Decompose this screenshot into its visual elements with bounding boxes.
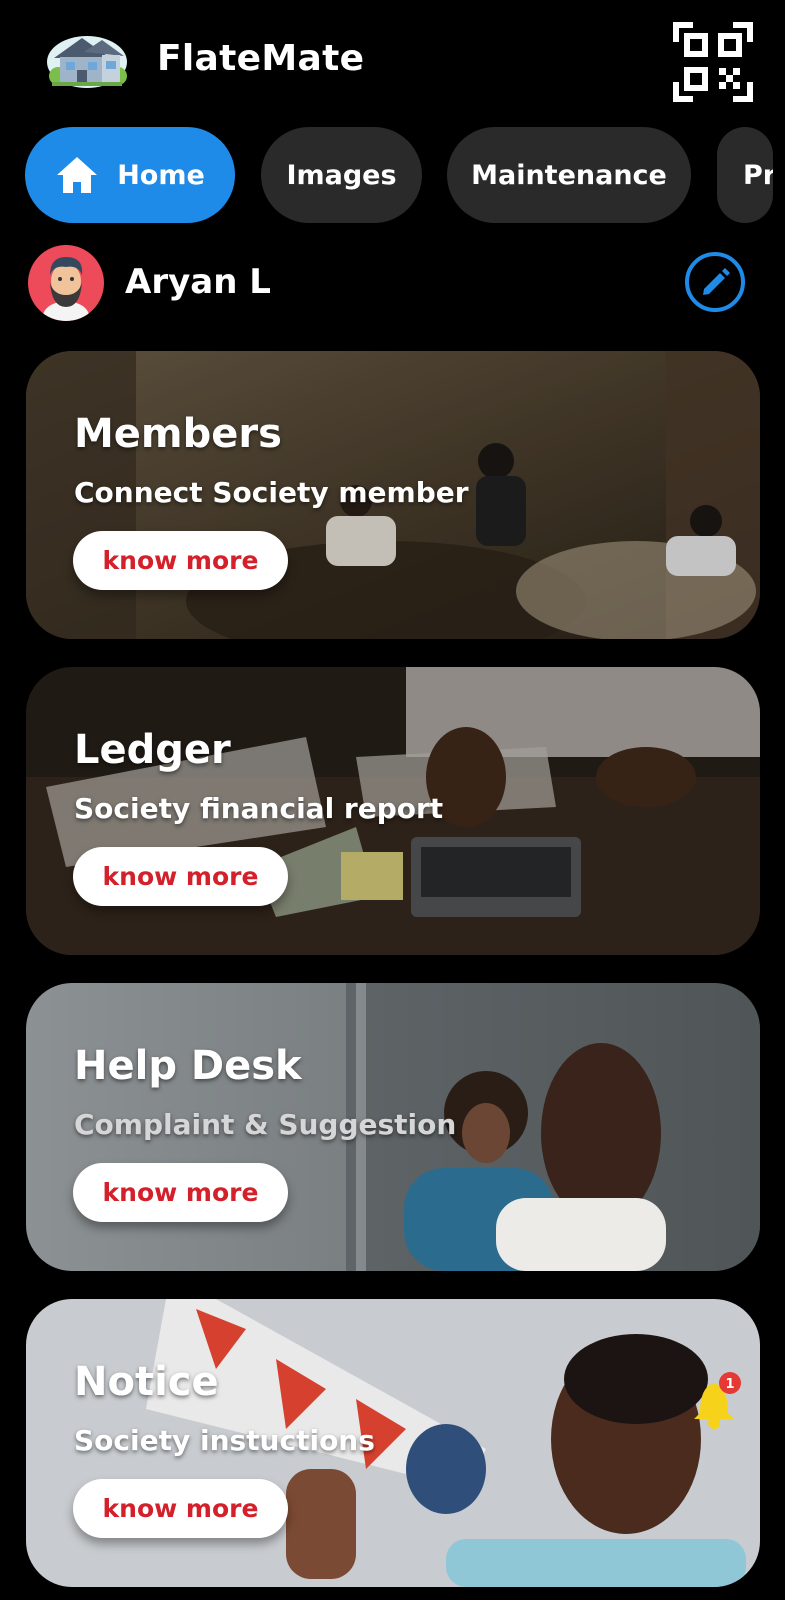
user-row: Aryan L [0, 240, 785, 326]
card-subtitle: Complaint & Suggestion [74, 1108, 457, 1141]
card-subtitle: Connect Society member [74, 476, 469, 509]
tab-home-label: Home [117, 159, 205, 191]
know-more-button[interactable]: know more [73, 847, 288, 906]
members-card[interactable]: Members Connect Society member know more [26, 351, 760, 639]
tab-images[interactable]: Images [261, 127, 422, 223]
notice-card[interactable]: Notice Society instuctions know more 1 [26, 1299, 760, 1587]
header: FlateMate [0, 0, 785, 120]
bell-icon[interactable]: 1 [686, 1369, 746, 1433]
edit-profile-button[interactable] [685, 252, 745, 312]
tab-profile[interactable]: Pr [717, 127, 773, 223]
know-more-button[interactable]: know more [73, 1479, 288, 1538]
pencil-icon [703, 268, 730, 295]
user-name: Aryan L [125, 262, 271, 302]
tab-profile-label: Pr [743, 159, 773, 191]
app-screen: FlateMate Home Images Maintenance Pr Ary… [0, 0, 785, 1600]
card-subtitle: Society instuctions [74, 1424, 375, 1457]
tab-bar: Home Images Maintenance Pr [0, 127, 785, 223]
ledger-card[interactable]: Ledger Society financial report know mor… [26, 667, 760, 955]
tab-home[interactable]: Home [25, 127, 235, 223]
card-subtitle: Society financial report [74, 792, 444, 825]
know-more-button[interactable]: know more [73, 1163, 288, 1222]
tab-maintenance[interactable]: Maintenance [447, 127, 691, 223]
card-title: Members [74, 411, 282, 457]
know-more-button[interactable]: know more [73, 531, 288, 590]
avatar[interactable] [28, 245, 104, 321]
helpdesk-card[interactable]: Help Desk Complaint & Suggestion know mo… [26, 983, 760, 1271]
notification-badge: 1 [725, 1377, 734, 1392]
tab-images-label: Images [286, 159, 397, 191]
card-title: Help Desk [74, 1043, 302, 1089]
house-logo-icon [44, 28, 130, 90]
tab-maintenance-label: Maintenance [471, 159, 667, 191]
card-title: Notice [74, 1359, 219, 1405]
app-title: FlateMate [157, 38, 365, 79]
home-icon [57, 157, 98, 193]
card-title: Ledger [74, 727, 231, 773]
qr-code-icon[interactable] [673, 22, 753, 102]
